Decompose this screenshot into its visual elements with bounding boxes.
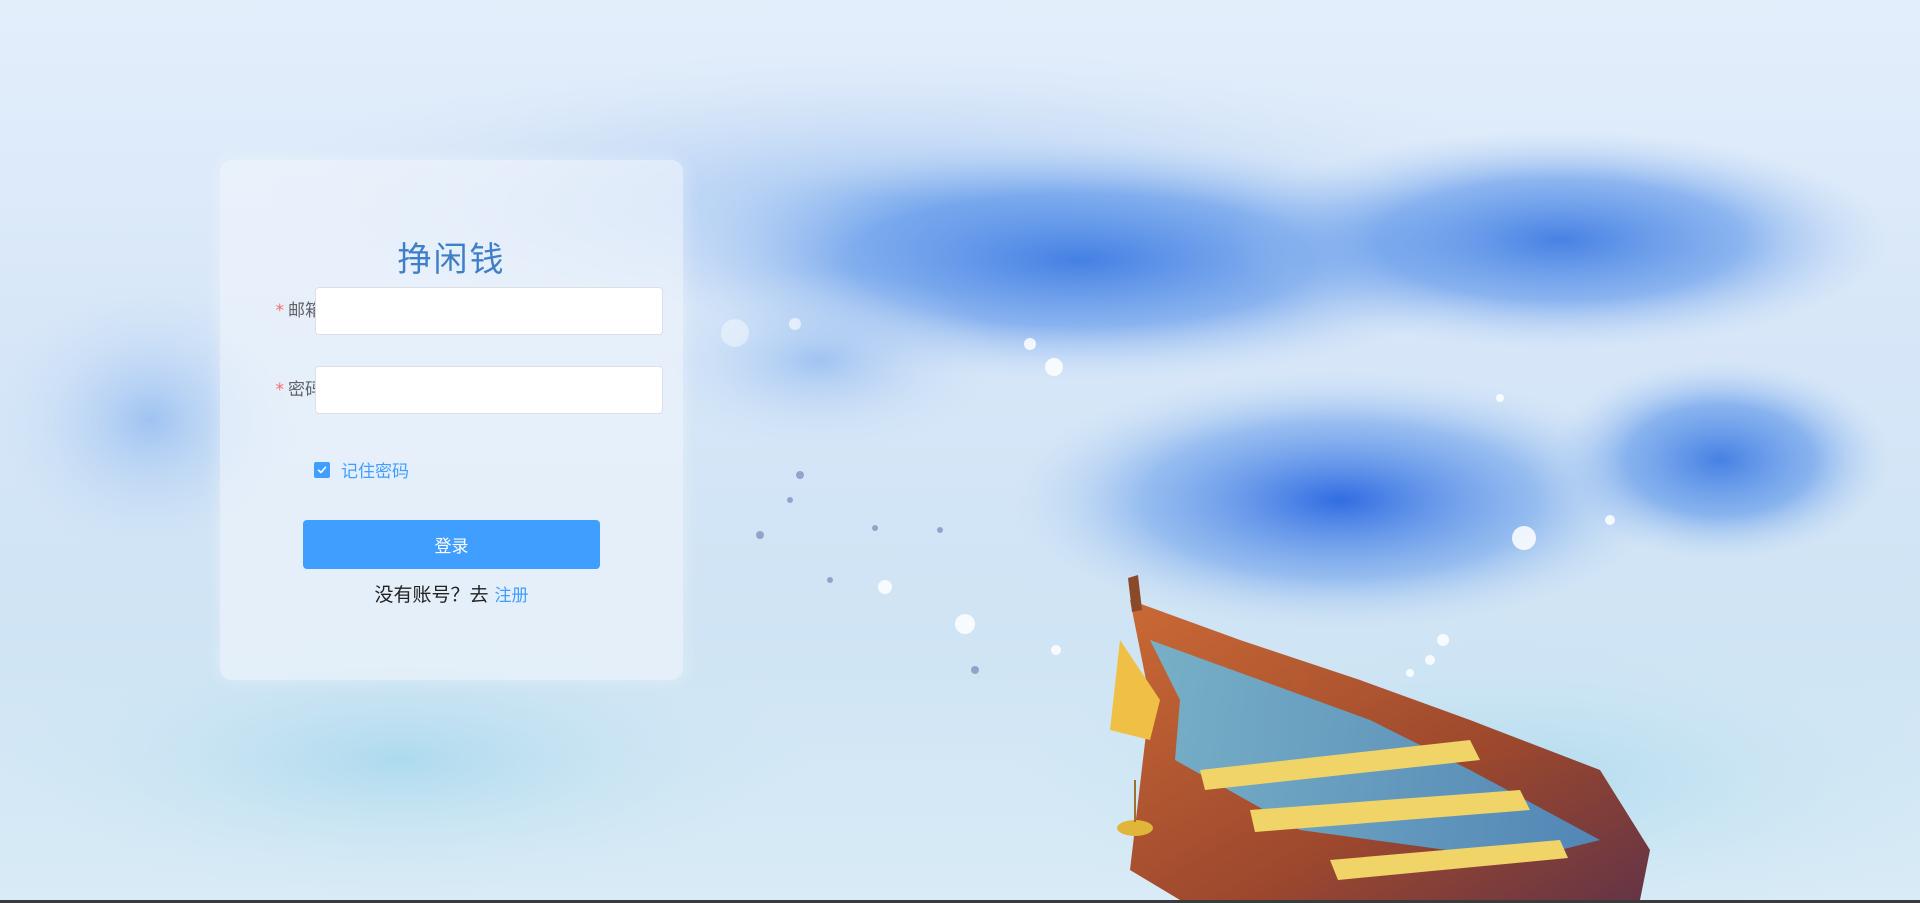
app-title: 挣闲钱 — [397, 240, 506, 280]
required-mark: * — [275, 380, 285, 400]
required-mark: * — [275, 301, 285, 321]
email-input[interactable] — [315, 287, 663, 335]
checkmark-icon — [317, 466, 327, 473]
register-link[interactable]: 注册 — [495, 586, 529, 606]
email-label: * 邮箱 — [240, 286, 323, 336]
login-card: 挣闲钱 * 邮箱 * 密码 记住密码 登录 没有账号？去 注册 — [220, 160, 683, 680]
password-input[interactable] — [315, 366, 663, 414]
login-button[interactable]: 登录 — [303, 520, 600, 569]
checkbox-checked-icon[interactable] — [314, 461, 330, 478]
password-label: * 密码 — [240, 365, 323, 415]
register-prompt-line: 没有账号？去 注册 — [220, 580, 683, 611]
remember-password-checkbox[interactable]: 记住密码 — [314, 457, 409, 482]
remember-password-label: 记住密码 — [341, 462, 409, 482]
register-prompt-text: 没有账号？去 — [374, 584, 489, 606]
